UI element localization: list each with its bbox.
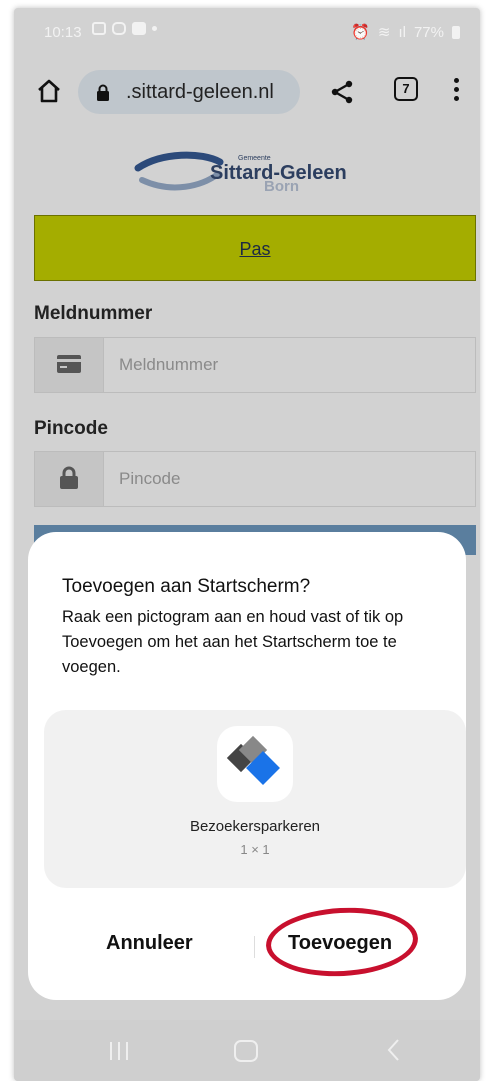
meldnummer-icon-box [35, 338, 104, 392]
highlight-circle [264, 904, 420, 980]
wifi-icon: ≋ [377, 24, 391, 41]
more-dot-icon [152, 26, 157, 31]
dialog-title: Toevoegen aan Startscherm? [62, 576, 311, 597]
menu-icon[interactable] [454, 78, 460, 105]
app-icon-graphic [226, 735, 280, 785]
tab-count: 7 [402, 81, 410, 96]
status-bar: 10:13 ⏰ ≋ ıl 77% [14, 8, 480, 58]
status-time: 10:13 [44, 24, 82, 41]
meldnummer-input[interactable]: Meldnummer [119, 355, 218, 375]
home-icon[interactable] [36, 78, 62, 104]
system-nav-bar [14, 1020, 480, 1081]
site-logo: Gemeente Sittard-Geleen Born [132, 146, 372, 196]
alarm-icon: ⏰ [351, 24, 370, 41]
battery-text: 77% [413, 23, 444, 41]
gallery-icon [92, 22, 106, 35]
pas-button[interactable]: Pas [34, 215, 476, 281]
add-to-homescreen-dialog: Toevoegen aan Startscherm? Raak een pict… [28, 532, 466, 1000]
address-bar[interactable]: .sittard-geleen.nl [78, 70, 300, 114]
padlock-icon [60, 466, 78, 489]
button-divider [254, 936, 255, 958]
app-icon[interactable] [217, 726, 293, 802]
app-name: Bezoekersparkeren [189, 818, 321, 835]
recent-apps-icon[interactable] [110, 1042, 130, 1060]
dialog-body: Raak een pictogram aan en houd vast of t… [62, 608, 404, 676]
youtube-icon [132, 22, 146, 35]
url-text: .sittard-geleen.nl [126, 81, 274, 103]
tabs-icon[interactable]: 7 [394, 77, 418, 101]
meldnummer-label: Meldnummer [34, 303, 153, 324]
browser-toolbar: .sittard-geleen.nl 7 [14, 58, 480, 122]
phone-screen: 10:13 ⏰ ≋ ıl 77% .sittard-geleen.nl 7 Ge… [14, 8, 480, 1081]
notification-icons [92, 22, 157, 35]
pincode-label: Pincode [34, 418, 108, 439]
lock-icon [97, 84, 109, 101]
card-icon [57, 355, 81, 373]
app-preview-card[interactable]: Bezoekersparkeren 1 × 1 [44, 710, 466, 888]
logo-ghost-text: Born [264, 178, 299, 195]
home-nav-icon[interactable] [234, 1040, 258, 1062]
cancel-button[interactable]: Annuleer [106, 932, 193, 955]
pincode-input[interactable]: Pincode [119, 469, 180, 489]
pincode-icon-box [35, 452, 104, 506]
meldnummer-field[interactable]: Meldnummer [34, 337, 476, 393]
pincode-field[interactable]: Pincode [34, 451, 476, 507]
signal-icon: ıl [398, 23, 406, 41]
logo-subtitle: Gemeente [238, 155, 271, 162]
battery-icon [452, 25, 460, 39]
app-size: 1 × 1 [240, 842, 270, 857]
system-icons: ⏰ ≋ ıl 77% [351, 23, 460, 41]
share-icon[interactable] [330, 80, 354, 104]
instagram-icon [112, 22, 126, 35]
back-icon[interactable] [386, 1038, 400, 1062]
